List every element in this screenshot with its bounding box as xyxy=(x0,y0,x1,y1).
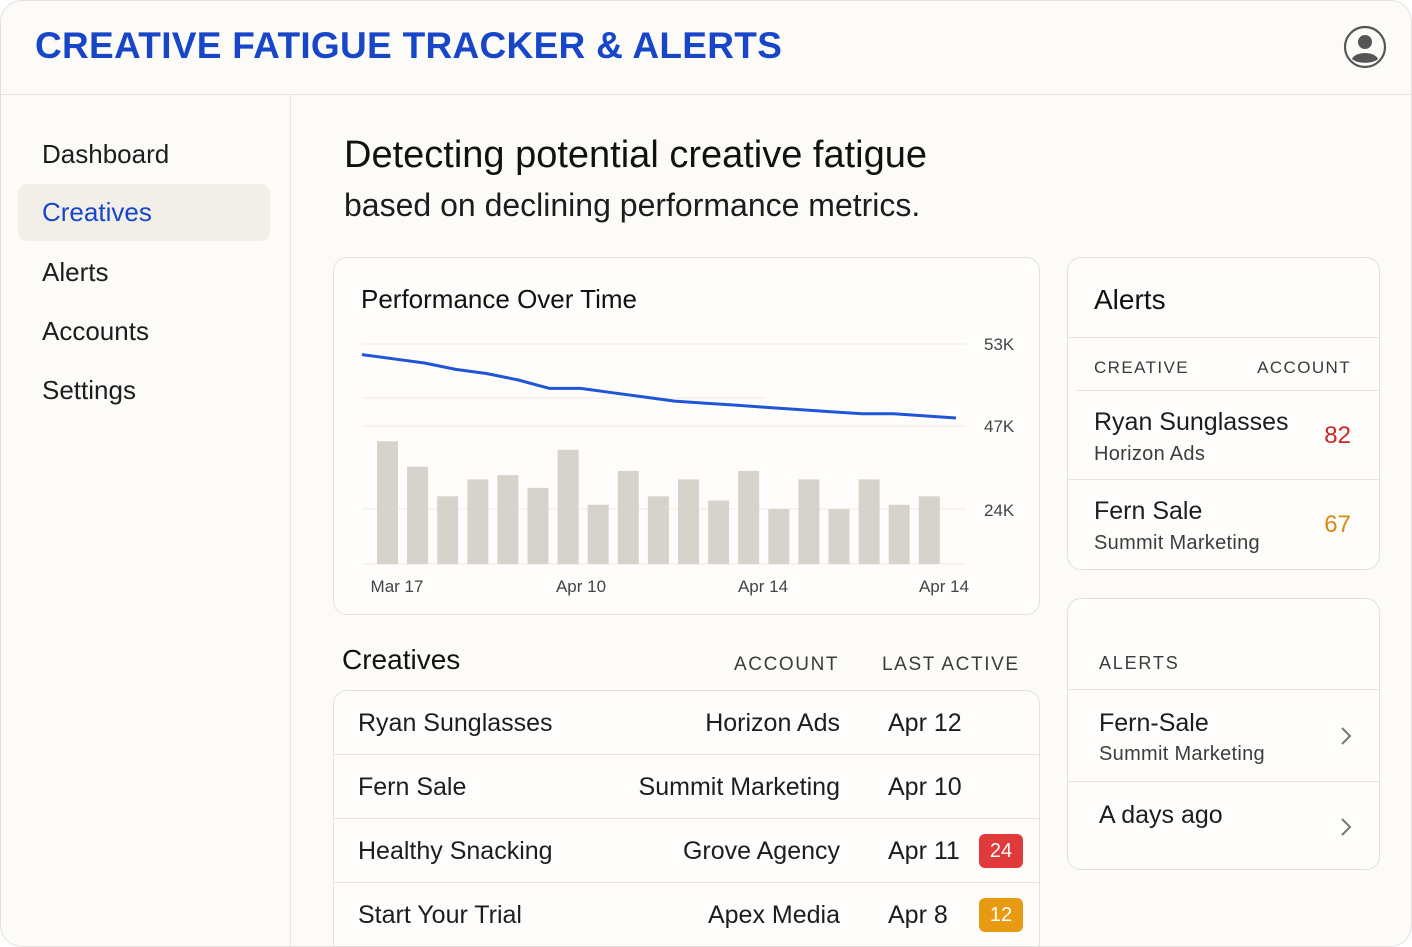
chart-x-tick-label: Apr 14 xyxy=(738,577,788,596)
chart-bar xyxy=(377,441,398,564)
creative-account: Horizon Ads xyxy=(705,709,840,737)
main-content: Detecting potential creative fatigue bas… xyxy=(292,96,1411,946)
chart-bar xyxy=(828,509,850,564)
page-headline: Detecting potential creative fatigue xyxy=(344,134,928,176)
alerts-feed-panel: ALERTS Fern-Sale Summit Marketing A days… xyxy=(1067,598,1380,870)
fatigue-count-badge: 24 xyxy=(979,834,1023,868)
chart-bar xyxy=(858,479,880,564)
creative-last-active: Apr 10 xyxy=(888,773,962,801)
creative-name: Healthy Snacking xyxy=(358,837,553,865)
chart-bar xyxy=(678,479,699,564)
table-row[interactable]: Ryan Sunglasses Horizon Ads Apr 12 xyxy=(334,691,1039,755)
chart-y-tick-label: 47K xyxy=(984,417,1015,436)
creative-last-active: Apr 8 xyxy=(888,901,948,929)
table-row[interactable]: Start Your Trial Apex Media Apr 8 12 xyxy=(334,883,1039,946)
sidebar-item-dashboard[interactable]: Dashboard xyxy=(18,126,270,183)
chart-x-tick-label: Apr 10 xyxy=(556,577,606,596)
chart-x-tick-label: Mar 17 xyxy=(371,577,424,596)
sidebar-item-creatives[interactable]: Creatives xyxy=(18,184,270,241)
divider xyxy=(1076,390,1379,391)
alert-score: 67 xyxy=(1324,511,1351,538)
creative-account: Apex Media xyxy=(707,901,840,929)
chart-y-tick-label: 24K xyxy=(984,501,1015,520)
chart-series-line xyxy=(361,353,957,420)
fatigue-count-badge: 12 xyxy=(979,898,1023,932)
sidebar-item-accounts[interactable]: Accounts xyxy=(18,303,270,360)
page-subheadline: based on declining performance metrics. xyxy=(344,187,921,223)
column-header-creative: CREATIVE xyxy=(1094,358,1189,377)
alerts-panel: Alerts CREATIVE ACCOUNT Ryan Sunglasses … xyxy=(1067,257,1380,570)
divider xyxy=(1068,479,1379,480)
sidebar-item-settings[interactable]: Settings xyxy=(18,362,270,419)
creatives-table: Ryan Sunglasses Horizon Ads Apr 12 Fern … xyxy=(333,690,1040,946)
sidebar: Dashboard Creatives Alerts Accounts Sett… xyxy=(1,95,291,946)
chart-title: Performance Over Time xyxy=(361,284,637,314)
chart-bar xyxy=(738,470,760,564)
creative-account: Summit Marketing xyxy=(638,773,840,801)
chevron-right-icon xyxy=(1341,727,1352,745)
chart-bar xyxy=(617,470,639,564)
creative-account: Grove Agency xyxy=(682,837,840,865)
creatives-section-title: Creatives xyxy=(342,644,461,675)
creative-name: Ryan Sunglasses xyxy=(358,709,553,737)
table-row[interactable]: Healthy Snacking Grove Agency Apr 11 24 xyxy=(334,819,1039,883)
column-header-account[interactable]: ACCOUNT xyxy=(734,654,839,676)
app-window: CREATIVE FATIGUE TRACKER & ALERTS Dashbo… xyxy=(0,0,1412,947)
chart-bar xyxy=(527,487,549,564)
creative-name: Start Your Trial xyxy=(358,901,522,929)
alert-feed-sub: Summit Marketing xyxy=(1099,743,1265,765)
sidebar-item-alerts[interactable]: Alerts xyxy=(18,244,270,301)
table-row[interactable]: Fern Sale Summit Marketing Apr 10 xyxy=(334,755,1039,819)
alert-account: Summit Marketing xyxy=(1094,532,1260,554)
alert-creative-name: Fern Sale xyxy=(1094,497,1203,525)
creative-last-active: Apr 12 xyxy=(888,709,962,737)
chart-bar xyxy=(888,504,910,564)
chart-bar xyxy=(497,475,519,564)
chart-bar xyxy=(407,466,429,564)
chart-bar xyxy=(467,479,489,564)
chart-bar xyxy=(768,509,790,564)
divider xyxy=(1068,689,1379,690)
chart-y-tick-label: 53K xyxy=(984,335,1015,354)
divider xyxy=(1068,781,1379,782)
chart-bar xyxy=(798,479,820,564)
alert-score: 82 xyxy=(1324,422,1351,449)
creative-last-active: Apr 11 xyxy=(888,837,960,865)
chevron-right-icon xyxy=(1341,818,1352,836)
chart-bar xyxy=(708,500,730,564)
divider xyxy=(1068,337,1379,338)
user-avatar-icon[interactable] xyxy=(1343,25,1387,69)
alert-creative-name: Ryan Sunglasses xyxy=(1094,408,1289,436)
chart-bar xyxy=(647,496,669,564)
alert-account: Horizon Ads xyxy=(1094,443,1206,465)
chart-bar xyxy=(437,496,459,564)
alerts-feed-heading: ALERTS xyxy=(1099,653,1180,673)
alerts-panel-title: Alerts xyxy=(1094,284,1166,315)
alert-feed-name: Fern-Sale xyxy=(1099,709,1209,737)
alert-feed-name: A days ago xyxy=(1099,801,1223,829)
chart-bar xyxy=(557,449,579,564)
chart-x-tick-label: Apr 14 xyxy=(919,577,969,596)
column-header-last-active[interactable]: LAST ACTIVE xyxy=(882,654,1020,676)
performance-chart-card: 53K 47K 24K Mar 17 Apr 10 Apr 14 Apr 14 Perfor… xyxy=(333,257,1040,615)
chart-bar xyxy=(587,504,609,564)
top-header: CREATIVE FATIGUE TRACKER & ALERTS xyxy=(1,1,1411,95)
column-header-account: ACCOUNT xyxy=(1257,358,1351,377)
creative-name: Fern Sale xyxy=(358,773,467,801)
chart-bar xyxy=(918,496,940,564)
app-title: CREATIVE FATIGUE TRACKER & ALERTS xyxy=(35,25,783,66)
